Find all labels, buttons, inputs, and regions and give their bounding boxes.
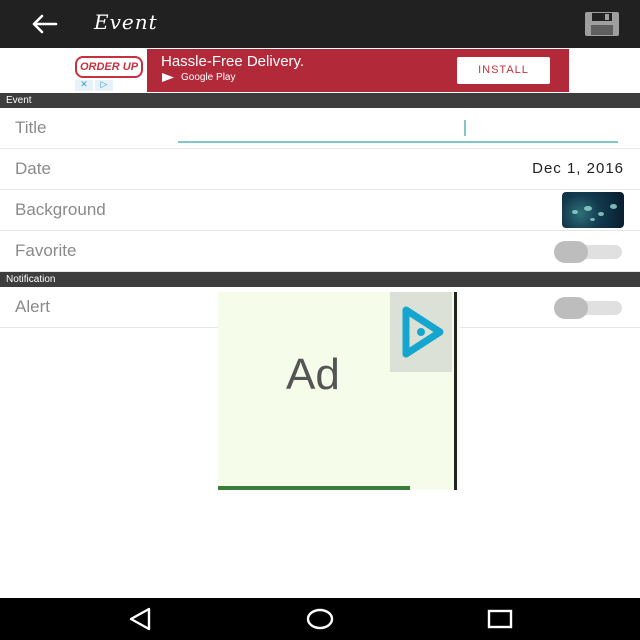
nav-home-button[interactable] xyxy=(300,606,340,632)
background-thumbnail[interactable] xyxy=(562,192,624,228)
favorite-row[interactable]: Favorite xyxy=(0,231,640,272)
ad-headline: Hassle-Free Delivery. xyxy=(161,53,305,70)
triangle-back-icon xyxy=(129,607,151,631)
top-ad-banner[interactable]: ORDER UP ✕ ▷ Hassle-Free Delivery. Googl… xyxy=(71,49,569,92)
google-play-icon xyxy=(162,73,174,82)
nav-recents-button[interactable] xyxy=(480,606,520,632)
ad-border xyxy=(454,292,457,490)
title-label: Title xyxy=(15,118,47,137)
date-label: Date xyxy=(15,159,51,178)
ad-progress-bar xyxy=(218,486,410,490)
square-ad[interactable]: Ad xyxy=(218,292,460,490)
date-value[interactable]: Dec 1, 2016 xyxy=(532,160,624,177)
ad-logo-container: ORDER UP ✕ ▷ xyxy=(71,49,147,92)
ad-brand-logo: ORDER UP xyxy=(75,56,143,78)
install-button[interactable]: INSTALL xyxy=(457,57,550,84)
app-toolbar: Event xyxy=(0,0,640,48)
save-button[interactable] xyxy=(584,11,620,37)
page-title: Event xyxy=(94,10,158,34)
background-row[interactable]: Background xyxy=(0,190,640,231)
back-button[interactable] xyxy=(28,10,60,38)
toggle-thumb xyxy=(554,241,588,263)
favorite-toggle[interactable] xyxy=(554,241,622,263)
alert-toggle[interactable] xyxy=(554,297,622,319)
section-header-event: Event xyxy=(0,93,640,108)
nav-back-button[interactable] xyxy=(120,606,160,632)
ad-choices-icon xyxy=(402,306,444,358)
ad-choices[interactable]: ✕ ▷ xyxy=(75,80,113,91)
background-label: Background xyxy=(15,200,106,219)
alert-label: Alert xyxy=(15,297,50,316)
date-row[interactable]: Date Dec 1, 2016 xyxy=(0,149,640,190)
square-recents-icon xyxy=(487,609,513,629)
ad-store-label: Google Play xyxy=(181,72,236,83)
ad-choices-icon[interactable]: ▷ xyxy=(95,80,113,91)
favorite-label: Favorite xyxy=(15,241,77,260)
title-input[interactable] xyxy=(178,117,618,143)
ad-store: Google Play xyxy=(161,72,235,83)
circle-home-icon xyxy=(306,608,334,630)
system-nav-bar xyxy=(0,598,640,640)
title-row[interactable]: Title xyxy=(0,108,640,149)
square-ad-text: Ad xyxy=(286,350,340,399)
ad-choices-badge[interactable] xyxy=(390,292,452,372)
close-icon[interactable]: ✕ xyxy=(75,80,93,91)
arrow-left-icon xyxy=(32,14,58,34)
section-header-notification: Notification xyxy=(0,272,640,287)
floppy-disk-icon xyxy=(585,12,619,36)
text-caret xyxy=(464,120,466,136)
toggle-thumb xyxy=(554,297,588,319)
